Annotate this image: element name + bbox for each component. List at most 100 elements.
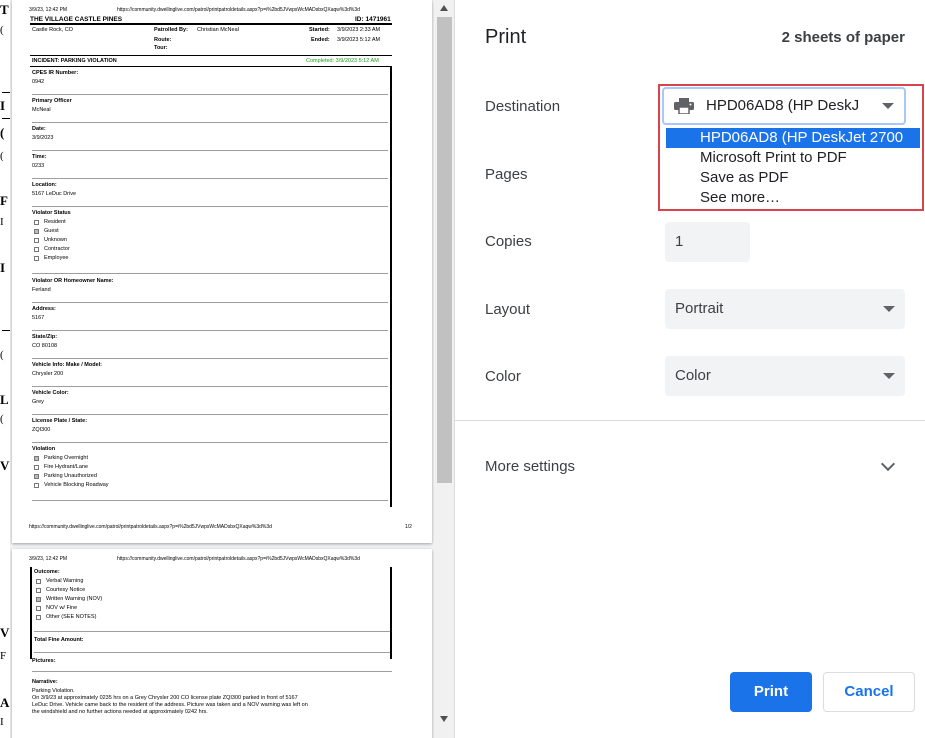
color-label: Color (485, 368, 521, 385)
form-field: Primary Officer McNeal (32, 98, 388, 123)
destination-label: Destination (485, 98, 561, 115)
violator-status-group: Violator Status Resident Guest Unknown C… (32, 210, 388, 274)
started-value: 3/9/2023 2:33 AM (337, 27, 381, 33)
report-id: ID: 1471961 (355, 16, 391, 23)
destination-option-microsoft-pdf[interactable]: Microsoft Print to PDF (666, 148, 920, 168)
checkbox-option: Courtesy Notice (36, 587, 390, 593)
checkbox-option: NOV w/ Fine (36, 605, 390, 611)
field-value: McNeal (32, 107, 51, 113)
narrative-line: On 3/9/23 at approximately 0235 hrs on a… (32, 695, 298, 701)
field-label: Address: (32, 306, 56, 312)
field-label: Violation (32, 446, 56, 452)
copies-label: Copies (485, 233, 532, 250)
destination-option-see-more[interactable]: See more… (666, 188, 920, 208)
form-field: Time: 0233 (32, 154, 388, 179)
checkbox-option: Vehicle Blocking Roadway (34, 482, 388, 488)
cancel-button[interactable]: Cancel (823, 672, 915, 712)
checkbox-option: Other (SEE NOTES) (36, 614, 390, 620)
background-page: T ( I ( ( F I I ( L ( V V F A I (0, 0, 10, 738)
destination-option-hp-deskjet[interactable]: HPD06AD8 (HP DeskJet 2700 (666, 128, 920, 148)
form-field: Date: 3/9/2023 (32, 126, 388, 151)
field-label: State/Zip: (32, 334, 58, 340)
scroll-down-arrow-icon[interactable] (440, 716, 448, 722)
field-label: Total Fine Amount: (34, 637, 84, 643)
copies-value: 1 (675, 233, 684, 250)
completed-status: Completed: 3/9/2023 5:12 AM (306, 58, 379, 64)
patrolled-by-label: Patrolled By: (154, 27, 188, 33)
organization-name: THE VILLAGE CASTLE PINES (30, 16, 123, 23)
background-letter: A (0, 695, 10, 710)
sheet-header-url: https://community.dwellinglive.com/patro… (117, 7, 360, 13)
field-label: Time: (32, 154, 47, 160)
copies-input[interactable]: 1 (665, 222, 750, 262)
field-label: Violator Status (32, 210, 71, 216)
sheet-page-number: 1/2 (405, 524, 412, 530)
preview-scrollbar[interactable] (434, 0, 454, 738)
field-label: Location: (32, 182, 57, 188)
sheet-header-date: 3/9/23, 12:42 PM (29, 556, 68, 562)
form-field: CPES IR Number: 0942 (32, 70, 388, 95)
violation-group: Violation Parking Overnight Fire Hydrant… (32, 446, 388, 501)
field-value: Grey (32, 399, 44, 405)
checkbox-option: Employee (34, 255, 388, 261)
chevron-down-icon[interactable] (880, 456, 896, 472)
patrolled-by-value: Christian McNeal (197, 27, 239, 33)
more-settings-toggle[interactable]: More settings (485, 458, 575, 475)
narrative-line: the windshield and no further actions ne… (32, 709, 208, 715)
print-button[interactable]: Print (730, 672, 812, 712)
ended-value: 3/9/2023 5:12 AM (337, 37, 381, 43)
field-value: CO 80108 (32, 343, 58, 349)
color-value: Color (675, 367, 711, 384)
sheet-footer-url: https://community.dwellinglive.com/patro… (29, 524, 272, 530)
destination-dropdown-list[interactable]: HPD06AD8 (HP DeskJet 2700 Microsoft Prin… (666, 128, 920, 208)
color-select[interactable]: Color (665, 356, 905, 396)
scroll-up-arrow-icon[interactable] (440, 5, 448, 11)
print-preview[interactable]: 3/9/23, 12:42 PM https://community.dwell… (10, 0, 455, 738)
field-label: Vehicle Info: Make / Model: (32, 362, 102, 368)
checkbox-option: Verbal Warning (36, 578, 390, 584)
location-text: Castle Rock, CO (32, 27, 73, 33)
background-letter: I (0, 98, 6, 113)
background-letter: V (0, 625, 10, 640)
checkbox-option: Parking Overnight (34, 455, 388, 461)
checkbox-option: Written Warning (NOV) (36, 596, 390, 602)
destination-option-save-pdf[interactable]: Save as PDF (666, 168, 920, 188)
report-form-continued: Outcome: Verbal Warning Courtesy Notice … (30, 567, 392, 659)
background-letter: ( (0, 349, 4, 361)
scrollbar-thumb[interactable] (437, 17, 452, 483)
field-value: ZQI300 (32, 427, 51, 433)
field-label: Narrative: (32, 679, 58, 685)
field-label: Violator OR Homeowner Name: (32, 278, 114, 284)
background-letter: F (0, 193, 8, 208)
checkbox-option: Guest (34, 228, 388, 234)
checkbox-option: Resident (34, 219, 388, 225)
narrative-section: Narrative: Parking Violation. On 3/9/23 … (32, 679, 392, 715)
background-letter: ( (0, 24, 4, 36)
tour-label: Tour: (154, 45, 168, 51)
field-label: License Plate / State: (32, 418, 88, 424)
report-form: CPES IR Number: 0942 Primary Officer McN… (30, 67, 392, 507)
narrative-line: Parking Violation. (32, 688, 75, 694)
ended-label: Ended: (311, 37, 330, 43)
field-value: 0942 (32, 79, 45, 85)
background-letter: ( (0, 125, 5, 140)
background-letter: V (0, 458, 10, 473)
outcome-group: Outcome: Verbal Warning Courtesy Notice … (34, 569, 390, 632)
preview-sheet-1: 3/9/23, 12:42 PM https://community.dwell… (12, 0, 432, 543)
background-letter: T (0, 2, 9, 17)
field-value: 5167 LeDuc Drive (32, 191, 77, 197)
sheet-header-date: 3/9/23, 12:42 PM (29, 7, 68, 13)
chevron-down-icon (883, 306, 895, 312)
divider (455, 420, 925, 421)
form-field: Vehicle Color: Grey (32, 390, 388, 415)
background-letter: I (0, 260, 6, 275)
background-letter: I (0, 216, 4, 228)
background-letter: ( (0, 413, 4, 425)
form-field: Location: 5167 LeDuc Drive (32, 182, 388, 207)
print-settings-panel: Print 2 sheets of paper Destination HPD0… (455, 0, 925, 738)
background-letter: I (0, 716, 4, 728)
field-value: 5167 (32, 315, 45, 321)
route-label: Route: (154, 37, 172, 43)
layout-select[interactable]: Portrait (665, 289, 905, 329)
background-letter: ( (0, 150, 4, 162)
